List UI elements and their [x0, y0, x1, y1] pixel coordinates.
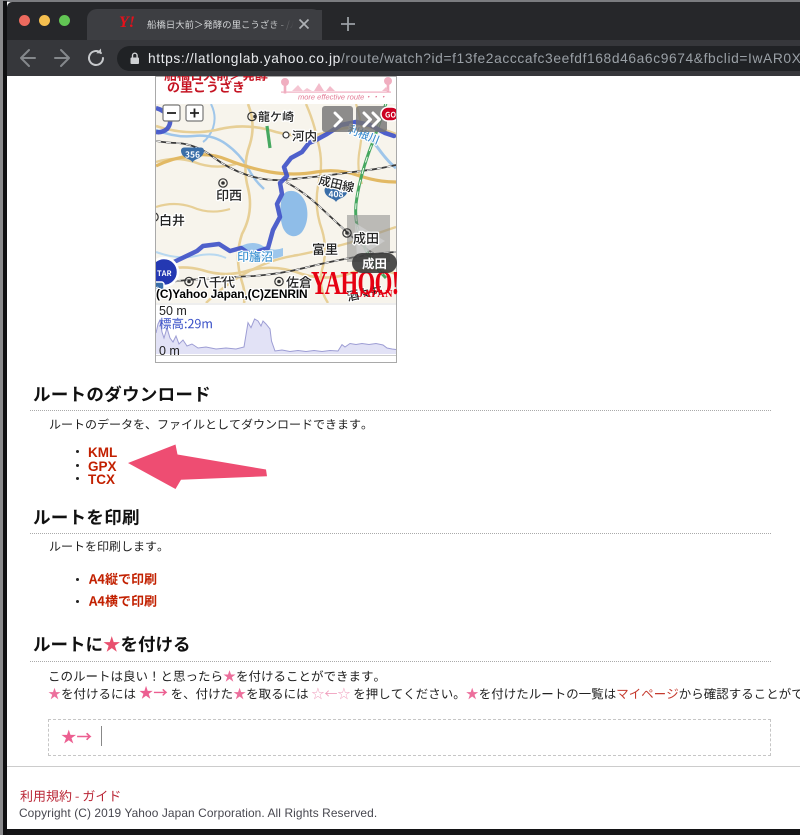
svg-text:more effective route・・・: more effective route・・・	[298, 93, 387, 102]
